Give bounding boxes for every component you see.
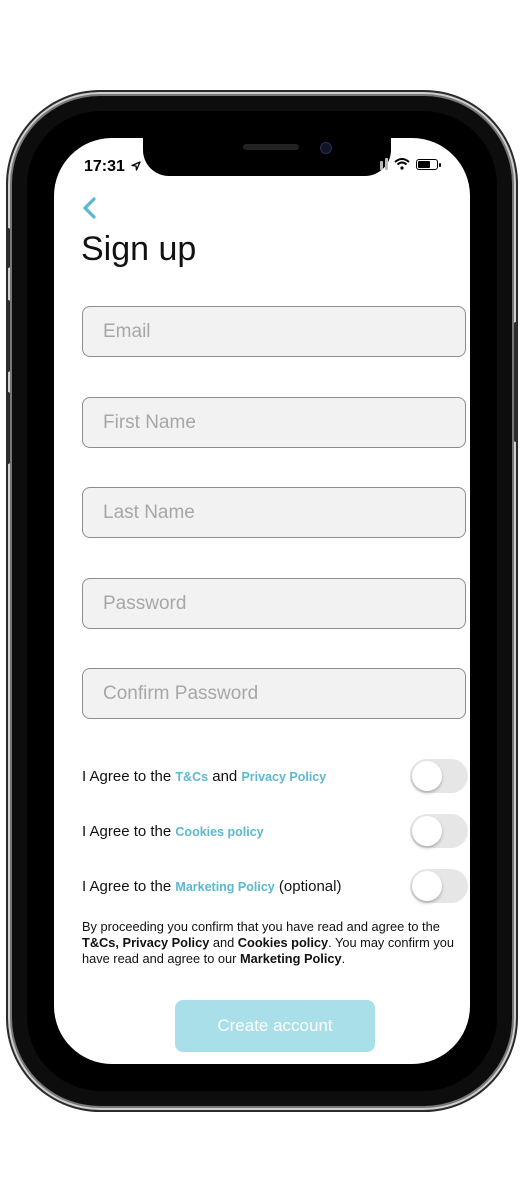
last-name-field[interactable] [82, 487, 466, 538]
agree-terms-joiner: and [212, 767, 238, 785]
wifi-icon [394, 158, 410, 170]
phone-power-button [514, 322, 518, 442]
agree-marketing-row: I Agree to the Marketing Policy (optiona… [82, 868, 468, 904]
disclaimer-bold-tcs: T&Cs, Privacy Policy [82, 935, 210, 950]
last-name-input[interactable] [101, 500, 447, 525]
first-name-field[interactable] [82, 397, 466, 448]
agree-cookies-prefix: I Agree to the [82, 822, 172, 840]
speaker-grille [243, 144, 299, 150]
cookies-policy-link[interactable]: Cookies policy [175, 825, 263, 839]
disclaimer-text-2: and [209, 935, 238, 950]
agree-terms-label: I Agree to the T&Cs and Privacy Policy [82, 768, 326, 785]
toggle-knob [412, 871, 442, 901]
privacy-policy-link[interactable]: Privacy Policy [241, 770, 326, 784]
agree-cookies-row: I Agree to the Cookies policy [82, 813, 468, 849]
password-input[interactable] [101, 591, 447, 616]
status-time: 17:31 [84, 158, 142, 176]
battery-icon [416, 158, 441, 170]
agree-cookies-label: I Agree to the Cookies policy [82, 823, 264, 840]
create-account-button[interactable]: Create account [175, 1000, 375, 1052]
page-title: Sign up [81, 230, 197, 268]
disclaimer-bold-marketing: Marketing Policy [239, 951, 342, 966]
confirm-password-input[interactable] [101, 681, 447, 706]
cookies-toggle[interactable] [410, 814, 468, 848]
front-camera [320, 142, 332, 154]
agree-marketing-suffix: (optional) [278, 877, 342, 895]
tcs-link[interactable]: T&Cs [175, 770, 208, 784]
consent-disclaimer: By proceeding you confirm that you have … [82, 919, 470, 967]
first-name-input[interactable] [101, 410, 447, 435]
email-input[interactable] [101, 319, 447, 344]
back-button[interactable] [80, 193, 100, 223]
toggle-knob [412, 816, 442, 846]
toggle-knob [412, 761, 442, 791]
screen: 17:31 Sign up Email First Name Last Name… [54, 138, 470, 1064]
phone-bezel: 17:31 Sign up Email First Name Last Name… [27, 111, 497, 1091]
location-arrow-icon [131, 161, 142, 171]
marketing-policy-link[interactable]: Marketing Policy [175, 880, 274, 894]
agree-marketing-label: I Agree to the Marketing Policy (optiona… [82, 878, 341, 895]
status-time-text: 17:31 [84, 158, 125, 175]
status-indicators [370, 158, 441, 170]
marketing-toggle[interactable] [410, 869, 468, 903]
agree-terms-prefix: I Agree to the [82, 767, 172, 785]
agree-marketing-prefix: I Agree to the [82, 877, 172, 895]
disclaimer-text-1: By proceeding you confirm that you have … [82, 919, 440, 934]
email-field[interactable] [82, 306, 466, 357]
chevron-left-icon [83, 197, 96, 219]
agree-terms-row: I Agree to the T&Cs and Privacy Policy [82, 758, 468, 794]
phone-silent-switch [6, 228, 10, 268]
notch [143, 138, 391, 176]
confirm-password-field[interactable] [82, 668, 466, 719]
disclaimer-text-4: . [341, 951, 346, 966]
password-field[interactable] [82, 578, 466, 629]
phone-frame: 17:31 Sign up Email First Name Last Name… [6, 96, 518, 1106]
phone-volume-up [6, 300, 10, 372]
disclaimer-bold-cookies: Cookies policy [237, 935, 329, 950]
cellular-signal-icon [370, 158, 388, 170]
phone-volume-down [6, 392, 10, 464]
terms-toggle[interactable] [410, 759, 468, 793]
